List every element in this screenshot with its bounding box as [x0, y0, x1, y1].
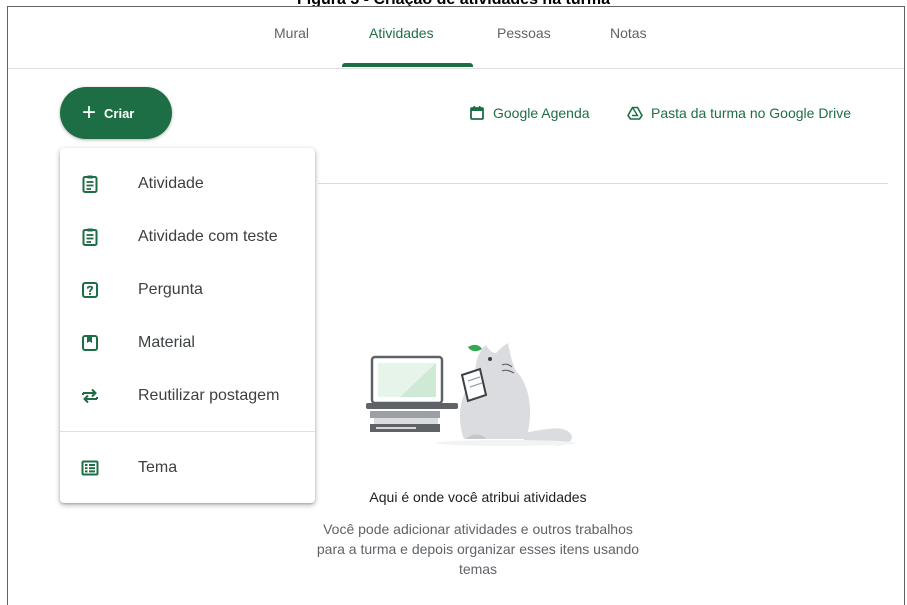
- active-tab-indicator: [342, 63, 473, 67]
- menu-item-label: Reutilizar postagem: [138, 387, 280, 404]
- tab-notas[interactable]: Notas: [610, 25, 647, 41]
- menu-item-material[interactable]: Material: [60, 317, 315, 369]
- assignment-icon: [82, 175, 98, 193]
- empty-state-title: Aqui é onde você atribui atividades: [369, 489, 587, 505]
- tab-mural[interactable]: Mural: [274, 25, 309, 41]
- menu-item-pergunta[interactable]: Pergunta: [60, 264, 315, 316]
- create-menu: Atividade Atividade com teste Pergunta M…: [60, 148, 315, 503]
- section-divider: [318, 183, 888, 184]
- topic-icon: [81, 460, 99, 476]
- google-calendar-label: Google Agenda: [493, 105, 590, 121]
- drive-icon: [627, 106, 643, 120]
- menu-item-tema[interactable]: Tema: [60, 442, 315, 494]
- drive-folder-link[interactable]: Pasta da turma no Google Drive: [627, 105, 851, 121]
- reuse-icon: [82, 388, 98, 404]
- quiz-assignment-icon: [82, 228, 98, 246]
- menu-item-label: Atividade: [138, 175, 204, 192]
- google-calendar-link[interactable]: Google Agenda: [469, 105, 590, 121]
- tab-pessoas[interactable]: Pessoas: [497, 25, 551, 41]
- empty-state-line: para a turma e depois organizar esses it…: [316, 541, 640, 557]
- menu-item-label: Pergunta: [138, 281, 203, 298]
- drive-folder-label: Pasta da turma no Google Drive: [651, 105, 851, 121]
- empty-state-line: Você pode adicionar atividades e outros …: [323, 521, 633, 537]
- menu-item-reutilizar-postagem[interactable]: Reutilizar postagem: [60, 370, 315, 422]
- question-icon: [82, 282, 98, 298]
- plus-icon: +: [82, 99, 97, 126]
- menu-item-label: Material: [138, 334, 195, 351]
- empty-state-illustration: [366, 343, 576, 446]
- top-nav: Mural Atividades Pessoas Notas: [8, 7, 904, 69]
- menu-item-atividade-com-teste[interactable]: Atividade com teste: [60, 211, 315, 263]
- create-button[interactable]: + Criar: [60, 87, 172, 139]
- empty-state-line: temas: [458, 561, 498, 577]
- menu-item-atividade[interactable]: Atividade: [60, 158, 315, 210]
- menu-divider: [60, 431, 315, 432]
- classroom-window: Mural Atividades Pessoas Notas + Criar G…: [7, 6, 905, 605]
- empty-state-description: Você pode adicionar atividades e outros …: [288, 519, 668, 579]
- menu-item-label: Tema: [138, 459, 178, 476]
- menu-item-label: Atividade com teste: [138, 228, 278, 245]
- tab-atividades[interactable]: Atividades: [369, 25, 434, 41]
- calendar-icon: [470, 106, 484, 120]
- create-button-label: Criar: [104, 105, 135, 121]
- material-icon: [82, 335, 98, 351]
